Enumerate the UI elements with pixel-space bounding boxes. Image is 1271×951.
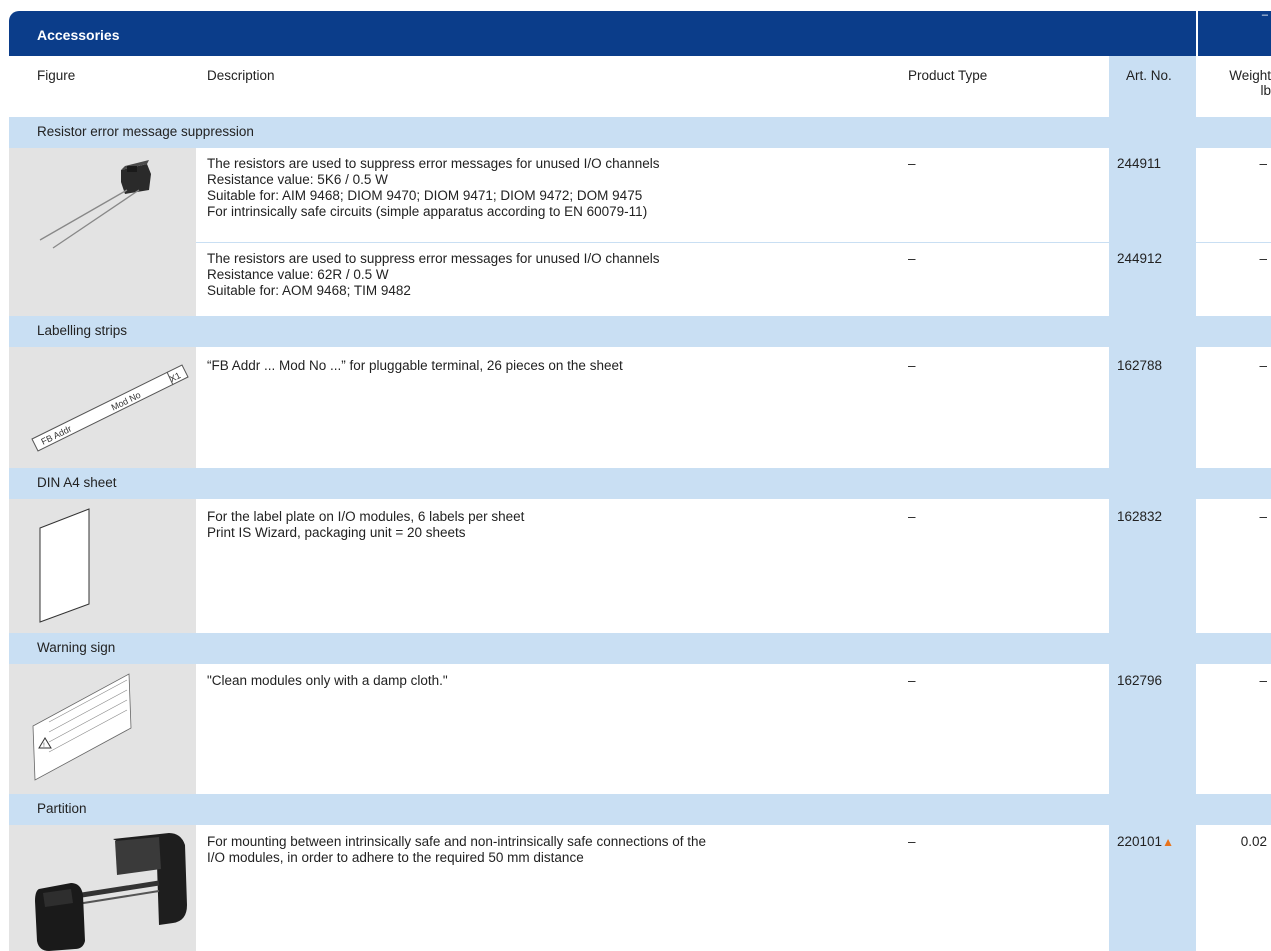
figure-header: Figure <box>37 68 76 83</box>
category-label: Resistor error message suppression <box>37 124 254 139</box>
description-line: Suitable for: AOM 9468; TIM 9482 <box>207 283 411 298</box>
sheet-icon <box>39 508 90 623</box>
weight-header: Weight lb <box>1213 68 1271 98</box>
description-line: "Clean modules only with a damp cloth." <box>207 673 448 688</box>
partition-figure <box>9 825 196 951</box>
title-right-dash: – <box>1261 9 1268 21</box>
title-bar-right: – <box>1198 9 1271 56</box>
description-line: For the label plate on I/O modules, 6 la… <box>207 509 525 524</box>
weight-cell: 0.02 <box>1240 834 1267 849</box>
category-label: Labelling strips <box>37 323 128 338</box>
description-line: Suitable for: AIM 9468; DIOM 9470; DIOM … <box>207 188 643 203</box>
product-type-cell: – <box>908 673 916 688</box>
product-type-cell: – <box>908 358 916 373</box>
column-header-row: Figure Description Product Type Art. No.… <box>9 56 1271 117</box>
resistor-description-1: The resistors are used to suppress error… <box>207 156 659 220</box>
partition-description: For mounting between intrinsically safe … <box>207 834 706 866</box>
description-line: For intrinsically safe circuits (simple … <box>207 204 648 219</box>
art-no-header: Art. No. <box>1126 68 1172 83</box>
resistor-figure <box>9 148 196 316</box>
product-type-cell: – <box>908 509 916 524</box>
product-type-cell: – <box>908 251 916 266</box>
new-item-triangle-icon: ▲ <box>1162 835 1174 849</box>
weight-header-label: Weight <box>1229 68 1271 83</box>
description-line: Resistance value: 62R / 0.5 W <box>207 267 389 282</box>
category-din-a4-sheet: DIN A4 sheet <box>9 468 1271 499</box>
description-line: The resistors are used to suppress error… <box>207 251 660 266</box>
product-type-header: Product Type <box>908 68 988 83</box>
art-no-cell: 220101▲ <box>1117 834 1174 849</box>
labelling-strip-figure: FB Addr Mod No X1 <box>9 347 196 468</box>
sheet-figure <box>9 499 196 633</box>
category-label: DIN A4 sheet <box>37 475 117 490</box>
weight-cell: – <box>1259 673 1267 688</box>
description-line: I/O modules, in order to adhere to the r… <box>207 850 584 865</box>
description-line: “FB Addr ... Mod No ...” for pluggable t… <box>207 358 623 373</box>
labelling-strip-description: “FB Addr ... Mod No ...” for pluggable t… <box>207 358 623 374</box>
description-header: Description <box>207 68 275 83</box>
row-divider <box>196 242 1271 243</box>
weight-cell: – <box>1259 251 1267 266</box>
art-no-value: 220101 <box>1117 834 1163 849</box>
warning-sign-figure: ! <box>9 664 196 794</box>
description-line: For mounting between intrinsically safe … <box>207 834 707 849</box>
art-no-cell: 162788 <box>1117 358 1163 373</box>
category-warning-sign: Warning sign <box>9 633 1271 664</box>
category-label: Partition <box>37 801 87 816</box>
weight-cell: – <box>1259 509 1267 524</box>
description-line: Resistance value: 5K6 / 0.5 W <box>207 172 388 187</box>
category-labelling-strips: Labelling strips <box>9 316 1271 347</box>
sheet-description: For the label plate on I/O modules, 6 la… <box>207 509 524 541</box>
warning-sign-icon: ! <box>32 673 132 781</box>
warning-sign-description: "Clean modules only with a damp cloth." <box>207 673 448 689</box>
resistor-description-2: The resistors are used to suppress error… <box>207 251 659 299</box>
art-no-cell: 162832 <box>1117 509 1163 524</box>
category-resistor: Resistor error message suppression <box>9 117 1271 148</box>
table-title-bar: Accessories <box>9 11 1196 56</box>
art-no-cell: 162796 <box>1117 673 1163 688</box>
description-line: The resistors are used to suppress error… <box>207 156 660 171</box>
art-no-cell: 244911 <box>1117 156 1162 171</box>
table-title: Accessories <box>37 27 120 43</box>
description-line: Print IS Wizard, packaging unit = 20 she… <box>207 525 466 540</box>
label-strip-icon: FB Addr Mod No X1 <box>31 364 189 452</box>
product-type-cell: – <box>908 834 916 849</box>
weight-header-unit: lb <box>1260 83 1271 98</box>
art-no-cell: 244912 <box>1117 251 1163 266</box>
weight-cell: – <box>1259 358 1267 373</box>
resistor-icon <box>39 160 151 249</box>
weight-cell: – <box>1259 156 1267 171</box>
category-partition: Partition <box>9 794 1271 825</box>
product-type-cell: – <box>908 156 916 171</box>
partition-icon <box>35 833 187 951</box>
category-label: Warning sign <box>37 640 116 655</box>
